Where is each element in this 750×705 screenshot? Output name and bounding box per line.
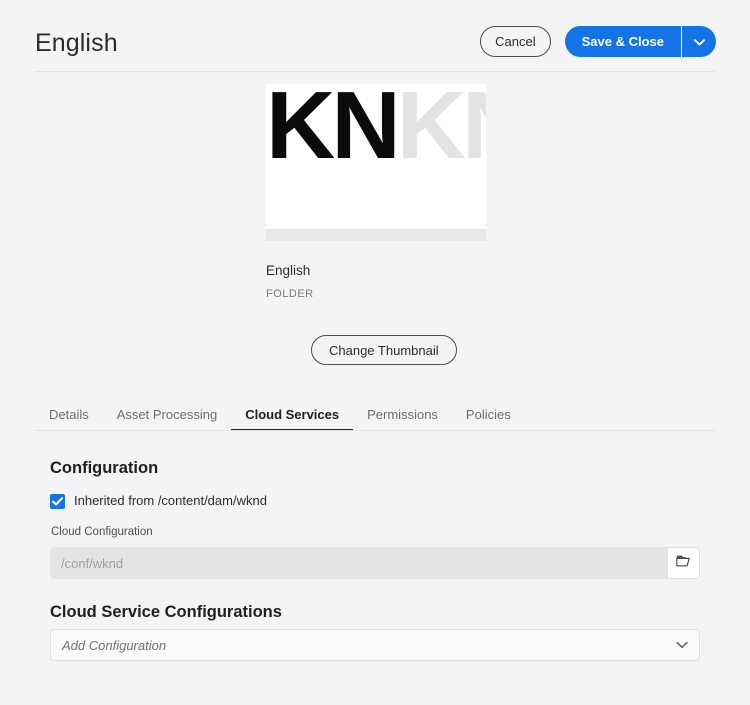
chevron-down-icon (693, 33, 705, 51)
header-actions: Cancel Save & Close (480, 26, 716, 57)
thumbnail-logo-light: KNKNKNKN (396, 84, 486, 179)
configuration-heading: Configuration (50, 459, 159, 477)
tab-permissions[interactable]: Permissions (353, 398, 452, 430)
cloud-service-configurations-heading: Cloud Service Configurations (50, 603, 282, 621)
page-title: English (35, 29, 118, 57)
save-and-close-split-button: Save & Close (564, 26, 716, 57)
header-divider (35, 71, 715, 72)
thumbnail-logo-text: KNKNKNKNKN (266, 84, 486, 174)
save-and-close-button[interactable]: Save & Close (564, 26, 681, 57)
cloud-configuration-label: Cloud Configuration (51, 526, 153, 538)
tab-policies[interactable]: Policies (452, 398, 525, 430)
save-options-button[interactable] (682, 26, 716, 57)
add-configuration-dropdown[interactable]: Add Configuration (50, 629, 700, 661)
change-thumbnail-button[interactable]: Change Thumbnail (311, 335, 457, 365)
asset-name: English (266, 263, 311, 278)
tab-bar-divider (35, 430, 715, 431)
inherited-configuration-checkbox-row[interactable]: Inherited from /content/dam/wknd (50, 492, 267, 510)
page-header: English Cancel Save & Close (0, 0, 750, 72)
thumbnail-folder-base (266, 229, 486, 241)
thumbnail-image: KNKNKNKNKN (266, 84, 486, 229)
asset-thumbnail: KNKNKNKNKN (266, 84, 486, 241)
tab-cloud-services[interactable]: Cloud Services (231, 398, 354, 431)
folder-properties-page: English Cancel Save & Close KNKNKNKNKN (0, 0, 750, 705)
cloud-configuration-input[interactable]: /conf/wknd (50, 547, 667, 579)
thumbnail-logo-dark: KN (266, 84, 401, 179)
asset-type-label: FOLDER (266, 288, 314, 300)
chevron-down-icon (676, 641, 688, 649)
cloud-configuration-field-row: /conf/wknd (50, 547, 700, 579)
tab-bar: Details Asset Processing Cloud Services … (35, 398, 715, 431)
inherited-configuration-checkbox[interactable] (50, 493, 65, 509)
cloud-configuration-browse-button[interactable] (667, 547, 700, 579)
cancel-button[interactable]: Cancel (480, 26, 551, 57)
tab-details[interactable]: Details (35, 398, 103, 430)
folder-open-icon (675, 554, 692, 573)
add-configuration-dropdown-value: Add Configuration (62, 637, 167, 653)
inherited-configuration-label: Inherited from /content/dam/wknd (74, 493, 267, 508)
tab-asset-processing[interactable]: Asset Processing (103, 398, 231, 430)
